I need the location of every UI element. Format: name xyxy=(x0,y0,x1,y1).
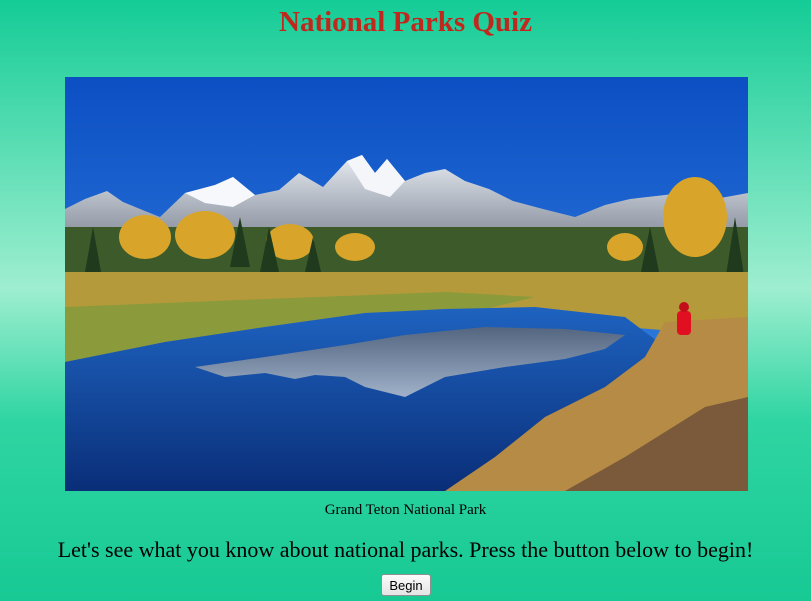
begin-button[interactable]: Begin xyxy=(381,574,431,596)
intro-text: Let's see what you know about national p… xyxy=(57,537,754,562)
page-title: National Parks Quiz xyxy=(279,6,532,38)
photo-caption: Grand Teton National Park xyxy=(324,502,487,518)
park-photo xyxy=(65,77,748,491)
